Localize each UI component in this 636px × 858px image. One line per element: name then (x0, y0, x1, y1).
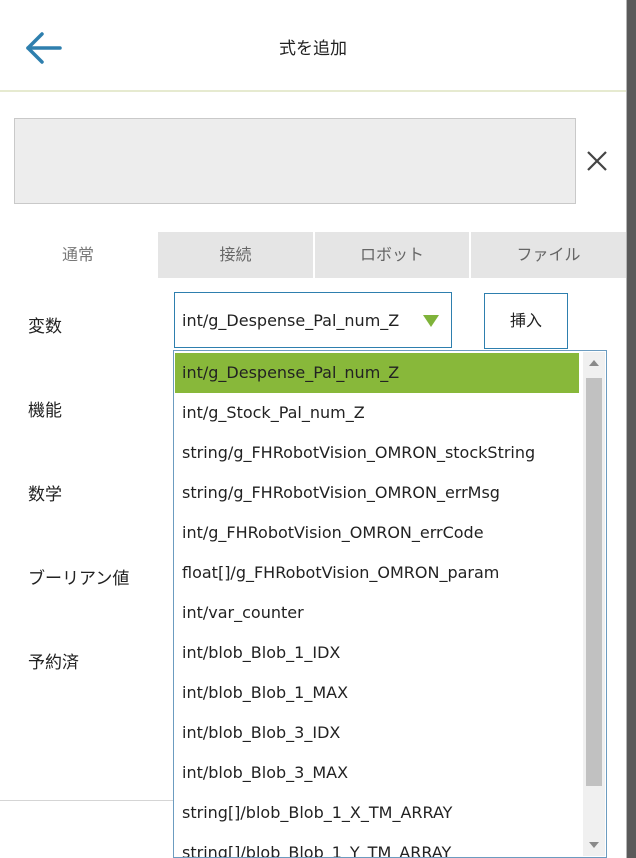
dropdown-option[interactable]: int/g_Despense_Pal_num_Z (175, 353, 579, 393)
dropdown-option[interactable]: int/blob_Blob_1_IDX (175, 633, 579, 673)
dropdown-option[interactable]: string[]/blob_Blob_1_Y_TM_ARRAY (175, 833, 579, 857)
dropdown-option[interactable]: string[]/blob_Blob_1_X_TM_ARRAY (175, 793, 579, 833)
variable-dropdown-list[interactable]: int/g_Despense_Pal_num_Z int/g_Stock_Pal… (173, 350, 607, 858)
dropdown-option[interactable]: int/g_FHRobotVision_OMRON_errCode (175, 513, 579, 553)
dropdown-option[interactable]: int/blob_Blob_1_MAX (175, 673, 579, 713)
reserved-label: 予約済 (28, 653, 79, 673)
tab-connection[interactable]: 接続 (158, 232, 313, 278)
dropdown-option[interactable]: float[]/g_FHRobotVision_OMRON_param (175, 553, 579, 593)
scrollbar-thumb[interactable] (586, 378, 602, 786)
tab-normal[interactable]: 通常 (0, 232, 156, 278)
insert-button[interactable]: 挿入 (484, 293, 568, 349)
close-icon[interactable] (584, 148, 610, 174)
scroll-down-icon[interactable] (589, 842, 599, 848)
page-title: 式を追加 (279, 39, 347, 59)
caret-down-icon (423, 315, 439, 327)
dropdown-option[interactable]: int/g_Stock_Pal_num_Z (175, 393, 579, 433)
dropdown-option[interactable]: int/var_counter (175, 593, 579, 633)
header: 式を追加 (0, 0, 626, 92)
dropdown-scrollbar[interactable] (583, 352, 605, 856)
tab-bar: 通常 接続 ロボット ファイル (0, 232, 626, 278)
dropdown-option[interactable]: string/g_FHRobotVision_OMRON_errMsg (175, 473, 579, 513)
expression-input[interactable] (14, 118, 576, 204)
math-label: 数学 (28, 485, 62, 505)
variable-select[interactable]: int/g_Despense_Pal_num_Z (174, 292, 452, 348)
tab-file[interactable]: ファイル (471, 232, 626, 278)
variable-select-value: int/g_Despense_Pal_num_Z (182, 311, 400, 330)
dropdown-option[interactable]: int/blob_Blob_3_MAX (175, 753, 579, 793)
boolean-label: ブーリアン値 (28, 569, 130, 589)
divider (0, 800, 174, 801)
variables-label: 変数 (28, 317, 62, 337)
dropdown-option[interactable]: string/g_FHRobotVision_OMRON_stockString (175, 433, 579, 473)
scroll-up-icon[interactable] (589, 360, 599, 366)
tab-robot[interactable]: ロボット (315, 232, 469, 278)
dropdown-option[interactable]: int/blob_Blob_3_IDX (175, 713, 579, 753)
functions-label: 機能 (28, 401, 62, 421)
